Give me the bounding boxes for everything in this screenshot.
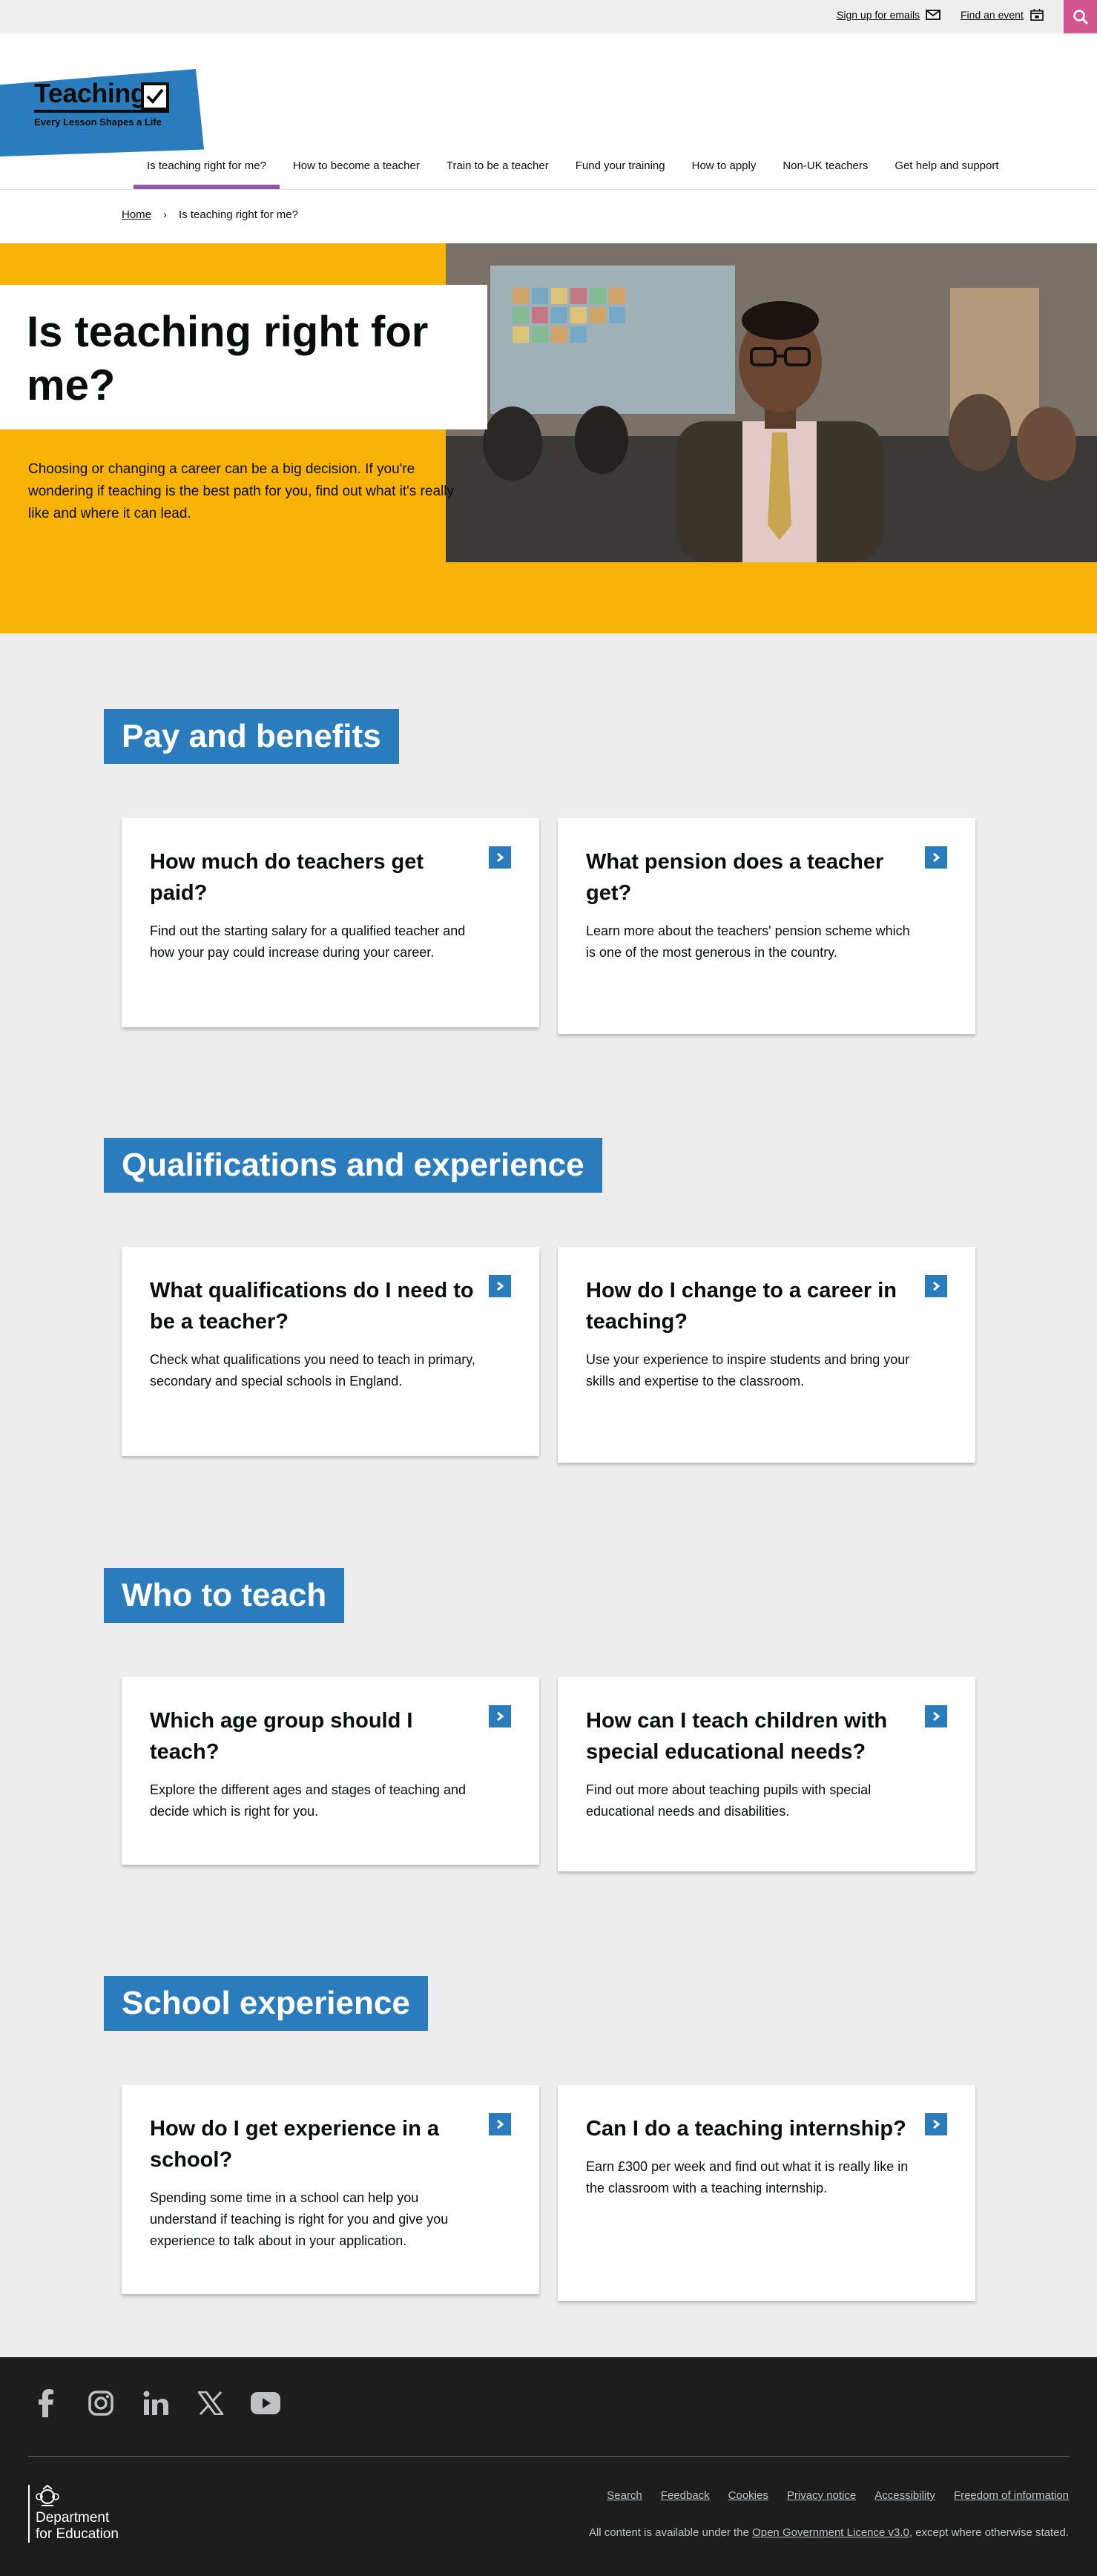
department-for-education-logo[interactable]: Department for Education [28,2485,147,2543]
calendar-icon [1030,9,1044,21]
breadcrumb-home-link[interactable]: Home [122,208,151,221]
social-links [31,2388,280,2418]
nav-item-how-to-apply[interactable]: How to apply [679,145,770,188]
site-header: Teaching Every Lesson Shapes a Life Is t… [0,33,1097,189]
footer-links: Search Feedback Cookies Privacy notice A… [607,2489,1069,2502]
find-event-link[interactable]: Find an event [961,9,1044,21]
section-heading-pay: Pay and benefits [104,709,399,764]
card-teacher-pension[interactable]: What pension does a teacher get? Learn m… [558,818,975,1034]
youtube-icon[interactable] [251,2388,280,2418]
breadcrumb: Home › Is teaching right for me? [122,208,298,221]
royal-crest-icon [36,2485,59,2506]
licence-statement: All content is available under the Open … [589,2526,1069,2539]
licence-link[interactable]: Open Government Licence v3.0 [752,2526,909,2539]
card-age-group[interactable]: Which age group should I teach? Explore … [122,1677,539,1865]
card-special-needs[interactable]: How can I teach children with special ed… [558,1677,975,1871]
card-internship[interactable]: Can I do a teaching internship? Earn £30… [558,2085,975,2301]
nav-item-fund-training[interactable]: Fund your training [562,145,679,188]
card-teacher-pay[interactable]: How much do teachers get paid? Find out … [122,818,539,1027]
card-text: Learn more about the teachers' pension s… [586,923,910,960]
footer-link-privacy[interactable]: Privacy notice [787,2489,856,2502]
hero-intro: Choosing or changing a career can be a b… [28,461,454,521]
footer-link-search[interactable]: Search [607,2489,642,2502]
footer-link-feedback[interactable]: Feedback [661,2489,710,2502]
card-title: How do I get experience in a school? [150,2117,439,2172]
chevron-right-icon [925,2113,947,2135]
dfe-logo-bar [28,2485,30,2543]
card-title: How do I change to a career in teaching? [586,1279,897,1334]
card-text: Explore the different ages and stages of… [150,1782,466,1819]
card-text: Spending some time in a school can help … [150,2190,449,2248]
logo-underline [34,110,169,113]
facebook-icon[interactable] [31,2388,61,2418]
card-title: What pension does a teacher get? [586,850,884,905]
card-text: Use your experience to inspire students … [586,1352,910,1389]
footer-link-foi[interactable]: Freedom of information [954,2489,1069,2502]
sign-up-emails-link[interactable]: Sign up for emails [837,9,940,21]
card-title: Can I do a teaching internship? [586,2117,906,2141]
card-career-change[interactable]: How do I change to a career in teaching?… [558,1247,975,1463]
card-qualifications[interactable]: What qualifications do I need to be a te… [122,1247,539,1456]
footer-link-cookies[interactable]: Cookies [728,2489,768,2502]
chevron-right-icon [925,1705,947,1727]
hero: Is teaching right for me? Choosing or ch… [0,243,1097,633]
breadcrumb-separator: › [163,208,168,221]
licence-prefix: All content is available under the [588,2526,753,2539]
envelope-icon [926,10,940,20]
find-event-label: Find an event [961,9,1024,21]
nav-item-train[interactable]: Train to be a teacher [433,145,562,188]
sign-up-emails-label: Sign up for emails [837,9,920,21]
breadcrumb-current: Is teaching right for me? [179,208,298,221]
card-title: How much do teachers get paid? [150,850,424,905]
instagram-icon[interactable] [86,2388,116,2418]
footer-divider [28,2456,1069,2457]
chevron-right-icon [925,1275,947,1297]
dfe-line-1: Department [36,2510,110,2526]
chevron-right-icon [489,1705,511,1727]
card-text: Earn £300 per week and find out what it … [586,2159,909,2195]
card-text: Check what qualifications you need to te… [150,1352,475,1389]
hero-title-box: Is teaching right for me? [0,285,487,429]
card-title: What qualifications do I need to be a te… [150,1279,474,1334]
card-title: Which age group should I teach? [150,1709,413,1764]
breadcrumb-bar: Home › Is teaching right for me? [0,190,1097,243]
logo-tagline: Every Lesson Shapes a Life [34,116,162,128]
linkedin-icon[interactable] [141,2388,171,2418]
chevron-right-icon [925,846,947,869]
chevron-right-icon [489,2113,511,2135]
main-nav: Is teaching right for me? How to become … [134,145,1012,189]
licence-suffix: , except where otherwise stated. [909,2526,1069,2539]
utility-bar: Sign up for emails Find an event [0,0,1097,33]
hero-teacher-image [446,243,1097,562]
nav-item-non-uk[interactable]: Non-UK teachers [769,145,881,188]
search-icon [1073,9,1088,24]
nav-item-become-teacher[interactable]: How to become a teacher [280,145,433,188]
x-icon[interactable] [196,2388,225,2418]
card-title: How can I teach children with special ed… [586,1709,888,1764]
search-button[interactable] [1064,0,1097,33]
logo-title: Teaching [34,78,147,108]
section-heading-qualifications: Qualifications and experience [104,1138,602,1193]
chevron-right-icon [489,846,511,869]
dfe-logo-text: Department for Education [36,2510,119,2543]
section-heading-school-experience: School experience [104,1976,428,2031]
checkmark-icon [141,82,169,111]
card-school-experience[interactable]: How do I get experience in a school? Spe… [122,2085,539,2294]
nav-item-help-support[interactable]: Get help and support [881,145,1012,188]
page-title: Is teaching right for me? [27,308,429,409]
chevron-right-icon [489,1275,511,1297]
card-text: Find out the starting salary for a quali… [150,923,466,960]
section-heading-who-to-teach: Who to teach [104,1568,345,1623]
card-text: Find out more about teaching pupils with… [586,1782,872,1819]
nav-item-is-teaching-right[interactable]: Is teaching right for me? [134,145,280,189]
footer-link-accessibility[interactable]: Accessibility [874,2489,935,2502]
dfe-line-2: for Education [36,2526,119,2542]
site-footer: Department for Education Search Feedback… [0,2357,1097,2576]
